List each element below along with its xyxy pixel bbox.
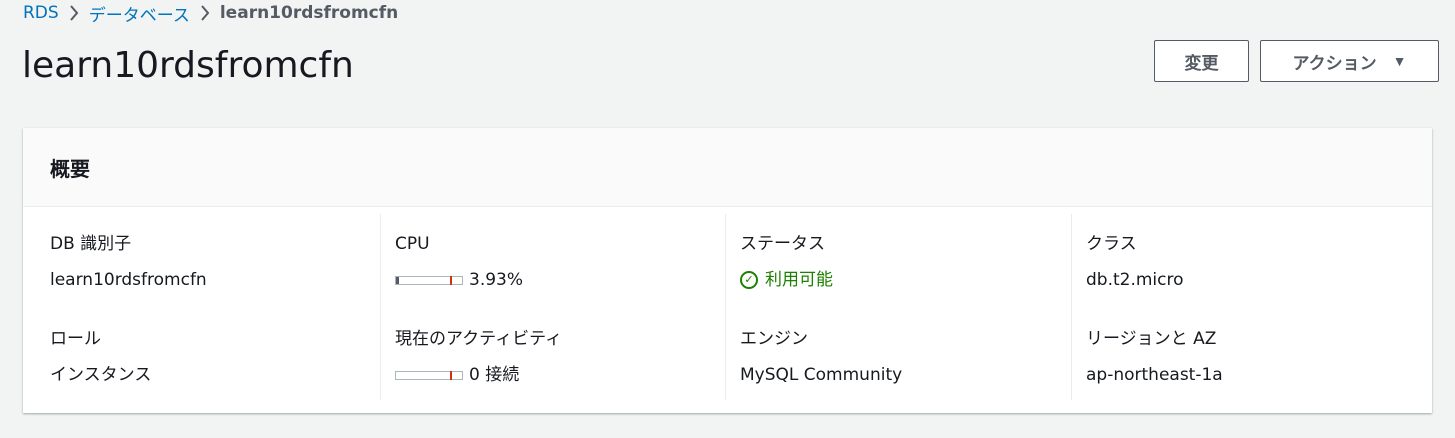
status-value: 利用可能 xyxy=(765,270,833,290)
modify-button-label: 変更 xyxy=(1184,53,1219,73)
breadcrumb-databases[interactable]: データベース xyxy=(89,1,190,26)
cpu-meter-fill xyxy=(396,276,399,284)
activity-label: 現在のアクティビティ xyxy=(395,329,563,349)
summary-column-status: ステータス ✓ 利用可能 エンジン MySQL Community xyxy=(726,214,1072,400)
class-value: db.t2.micro xyxy=(1086,270,1184,290)
summary-column-metrics: CPU 3.93% 現在のアクティビティ 0 接続 xyxy=(381,214,726,400)
cpu-value: 3.93% xyxy=(469,270,524,290)
cpu-meter xyxy=(395,275,463,285)
summary-column-class: クラス db.t2.micro リージョンと AZ ap-northeast-1… xyxy=(1072,214,1432,400)
summary-column-identity: DB 識別子 learn10rdsfromcfn ロール インスタンス xyxy=(23,214,381,400)
breadcrumb-rds[interactable]: RDS xyxy=(23,3,59,23)
status-label: ステータス xyxy=(740,234,825,254)
role-label: ロール xyxy=(50,329,101,349)
region-value: ap-northeast-1a xyxy=(1086,365,1223,385)
db-identifier-value: learn10rdsfromcfn xyxy=(50,270,207,290)
status-value-row: ✓ 利用可能 xyxy=(740,267,1071,293)
role-value: インスタンス xyxy=(50,365,152,385)
chevron-right-icon xyxy=(59,5,89,21)
summary-header: 概要 xyxy=(23,128,1432,207)
engine-label: エンジン xyxy=(740,329,808,349)
actions-button-label: アクション xyxy=(1292,53,1377,73)
activity-value: 0 接続 xyxy=(469,365,520,385)
cpu-value-row: 3.93% xyxy=(395,267,725,293)
check-circle-icon: ✓ xyxy=(740,271,758,289)
class-label: クラス xyxy=(1086,234,1137,254)
activity-meter xyxy=(395,370,463,380)
db-identifier-label: DB 識別子 xyxy=(50,234,132,254)
actions-dropdown-button[interactable]: アクション ▼ xyxy=(1260,40,1439,82)
summary-heading: 概要 xyxy=(50,156,90,181)
chevron-right-icon xyxy=(190,5,220,21)
engine-value: MySQL Community xyxy=(740,365,903,385)
activity-meter-threshold xyxy=(450,370,452,380)
caret-down-icon: ▼ xyxy=(1392,53,1407,69)
breadcrumb: RDS データベース learn10rdsfromcfn xyxy=(23,1,399,26)
summary-panel: 概要 DB 識別子 learn10rdsfromcfn ロール インスタンス C… xyxy=(23,128,1432,413)
region-label: リージョンと AZ xyxy=(1086,329,1217,349)
modify-button[interactable]: 変更 xyxy=(1154,40,1249,82)
page-title: learn10rdsfromcfn xyxy=(22,45,354,86)
activity-value-row: 0 接続 xyxy=(395,362,725,388)
cpu-label: CPU xyxy=(395,234,430,254)
cpu-meter-threshold xyxy=(450,275,452,285)
summary-columns: DB 識別子 learn10rdsfromcfn ロール インスタンス CPU … xyxy=(23,214,1432,400)
breadcrumb-current: learn10rdsfromcfn xyxy=(219,3,399,23)
